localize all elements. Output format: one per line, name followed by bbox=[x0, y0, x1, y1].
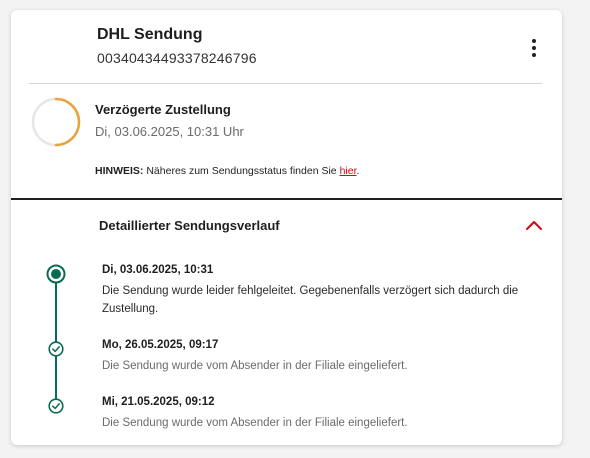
section-divider bbox=[11, 198, 562, 200]
shipment-title: DHL Sendung bbox=[97, 26, 203, 43]
check-circle-icon bbox=[48, 398, 64, 414]
status-date: Di, 03.06.2025, 10:31 Uhr bbox=[95, 124, 244, 139]
event-description: Die Sendung wurde leider fehlgeleitet. G… bbox=[102, 285, 519, 315]
current-status-node-icon bbox=[46, 264, 66, 284]
event-date: Mo, 26.05.2025, 09:17 bbox=[102, 339, 219, 351]
hint-body: Näheres zum Sendungsstatus finden Sie bbox=[146, 165, 337, 177]
event-description: Die Sendung wurde vom Absender in der Fi… bbox=[102, 417, 408, 429]
tracking-number: 00340434493378246796 bbox=[97, 50, 257, 66]
history-title[interactable]: Detaillierter Sendungsverlauf bbox=[99, 218, 280, 233]
hint-label: HINWEIS: bbox=[95, 165, 144, 177]
timeline-line bbox=[55, 273, 57, 406]
shipment-card: DHL Sendung 00340434493378246796 Verzöge… bbox=[11, 10, 562, 445]
check-circle-icon bbox=[48, 341, 64, 357]
more-options-button[interactable] bbox=[523, 37, 545, 59]
divider bbox=[29, 83, 542, 84]
chevron-up-icon[interactable] bbox=[525, 218, 543, 232]
hint-suffix: . bbox=[356, 165, 360, 177]
delay-status-ring-icon bbox=[31, 97, 81, 147]
event-date: Mi, 21.05.2025, 09:12 bbox=[102, 396, 215, 408]
hint-link[interactable]: hier bbox=[340, 165, 357, 177]
status-title: Verzögerte Zustellung bbox=[95, 102, 231, 117]
event-description: Die Sendung wurde vom Absender in der Fi… bbox=[102, 360, 408, 372]
hint-text: HINWEIS: Näheres zum Sendungsstatus find… bbox=[95, 165, 359, 177]
event-date: Di, 03.06.2025, 10:31 bbox=[102, 264, 214, 276]
